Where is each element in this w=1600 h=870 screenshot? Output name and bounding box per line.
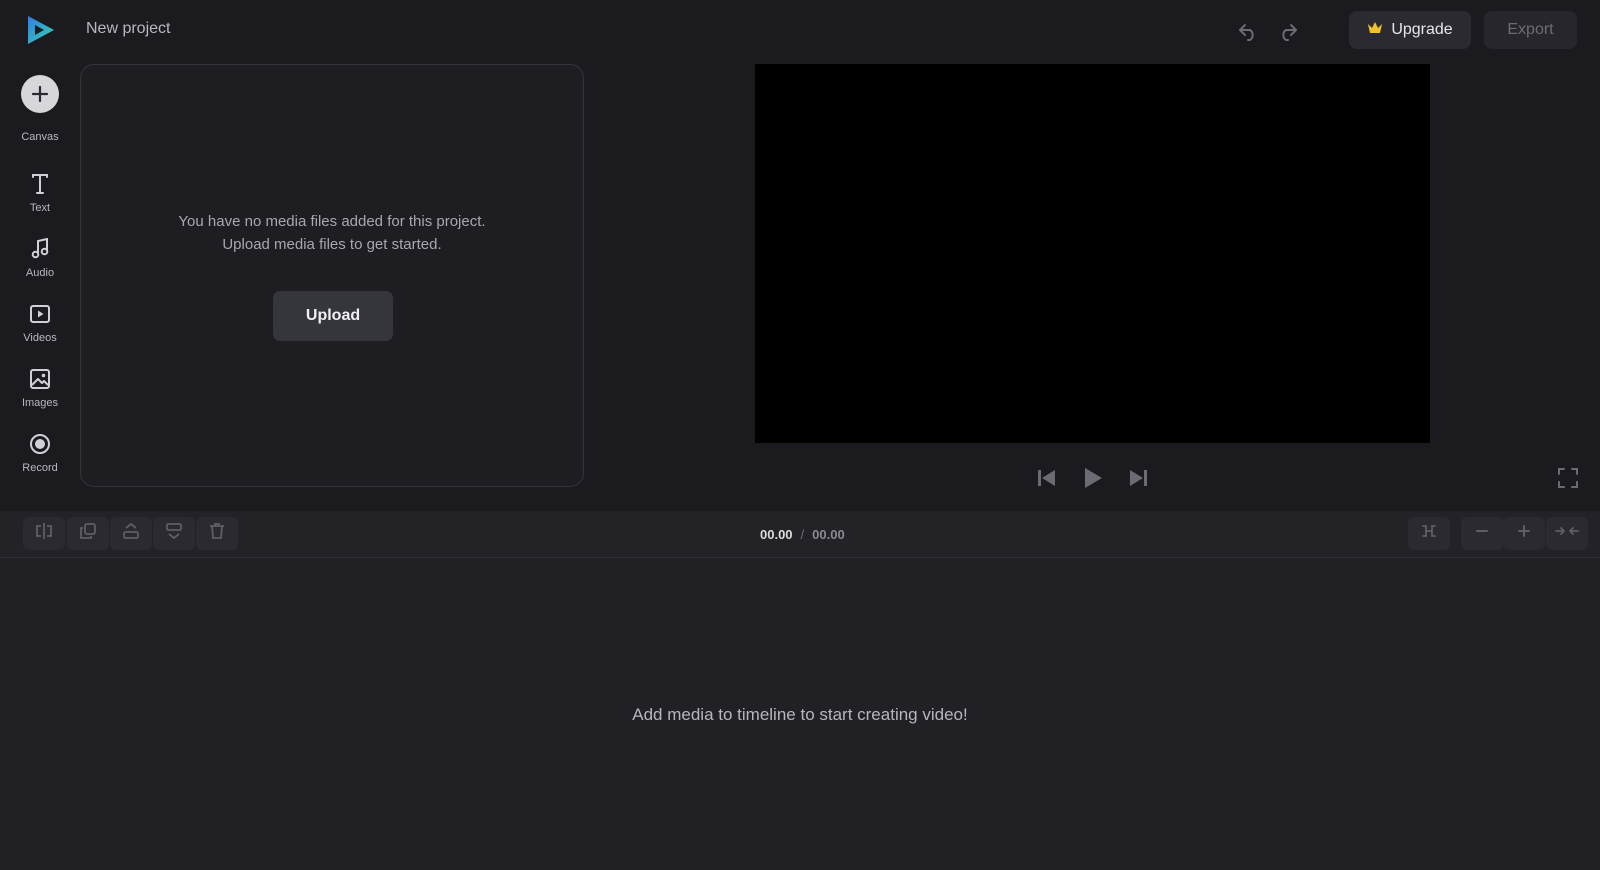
- current-time: 00.00: [760, 527, 793, 542]
- image-icon: [0, 368, 80, 393]
- app-logo[interactable]: [26, 14, 56, 46]
- timeline-area[interactable]: Add media to timeline to start creating …: [0, 558, 1600, 870]
- play-icon[interactable]: [1078, 464, 1106, 492]
- sidebar-item-record[interactable]: Record: [0, 433, 80, 474]
- playback-time: 00.00 / 00.00: [760, 527, 845, 542]
- move-track-up-button[interactable]: [110, 517, 152, 550]
- zoom-in-button[interactable]: [1503, 517, 1545, 550]
- snap-icon: [1420, 523, 1438, 544]
- media-empty-message-line1: You have no media files added for this p…: [178, 213, 486, 230]
- sidebar-item-audio[interactable]: Audio: [0, 237, 80, 279]
- plus-icon: [1516, 523, 1532, 544]
- sidebar-item-videos[interactable]: Videos: [0, 303, 80, 344]
- sidebar-item-canvas[interactable]: Canvas: [0, 75, 80, 143]
- skip-forward-icon[interactable]: [1124, 464, 1152, 492]
- record-icon: [0, 433, 80, 458]
- move-up-icon: [122, 522, 140, 545]
- delete-button[interactable]: [196, 517, 238, 550]
- timeline-empty-message: Add media to timeline to start creating …: [632, 705, 968, 724]
- sidebar-item-label: Images: [21, 397, 59, 409]
- duplicate-button[interactable]: [67, 517, 109, 550]
- fit-timeline-button[interactable]: [1546, 517, 1588, 550]
- fullscreen-icon[interactable]: [1556, 466, 1580, 490]
- minus-icon: [1474, 523, 1490, 544]
- sidebar-item-label: Audio: [25, 267, 55, 279]
- collapse-arrows-icon: [1555, 523, 1579, 544]
- move-down-icon: [165, 522, 183, 545]
- redo-icon[interactable]: [1276, 19, 1300, 43]
- text-icon: [0, 173, 80, 198]
- sidebar-item-label: Text: [29, 202, 51, 214]
- sidebar: Canvas Text Audio Videos Images Record: [0, 60, 80, 500]
- upload-button[interactable]: Upload: [273, 291, 393, 341]
- sidebar-item-label: Videos: [23, 332, 57, 344]
- export-button[interactable]: Export: [1484, 11, 1577, 49]
- sidebar-item-label: Record: [22, 462, 58, 474]
- plus-icon: [21, 75, 59, 113]
- upgrade-button[interactable]: Upgrade: [1349, 11, 1471, 49]
- trash-icon: [208, 522, 226, 545]
- move-track-down-button[interactable]: [153, 517, 195, 550]
- project-title[interactable]: New project: [86, 20, 170, 38]
- split-icon: [34, 522, 54, 545]
- zoom-out-button[interactable]: [1461, 517, 1503, 550]
- media-empty-message-line2: Upload media files to get started.: [222, 236, 442, 253]
- top-bar: New project Upgrade Export: [0, 0, 1600, 60]
- crown-icon: [1367, 21, 1383, 40]
- upgrade-label: Upgrade: [1391, 21, 1453, 38]
- sidebar-item-label: Canvas: [21, 131, 59, 143]
- total-time: 00.00: [812, 527, 845, 542]
- time-separator: /: [800, 527, 805, 542]
- music-note-icon: [0, 237, 80, 263]
- duplicate-icon: [79, 522, 97, 545]
- skip-back-icon[interactable]: [1033, 464, 1061, 492]
- split-button[interactable]: [23, 517, 65, 550]
- media-panel: You have no media files added for this p…: [80, 64, 584, 487]
- timeline-toolbar: 00.00 / 00.00: [0, 511, 1600, 558]
- sidebar-item-images[interactable]: Images: [0, 368, 80, 409]
- undo-icon[interactable]: [1236, 19, 1260, 43]
- video-preview-canvas[interactable]: [755, 64, 1430, 443]
- snap-button[interactable]: [1408, 517, 1450, 550]
- video-icon: [0, 303, 80, 328]
- sidebar-item-text[interactable]: Text: [0, 173, 80, 214]
